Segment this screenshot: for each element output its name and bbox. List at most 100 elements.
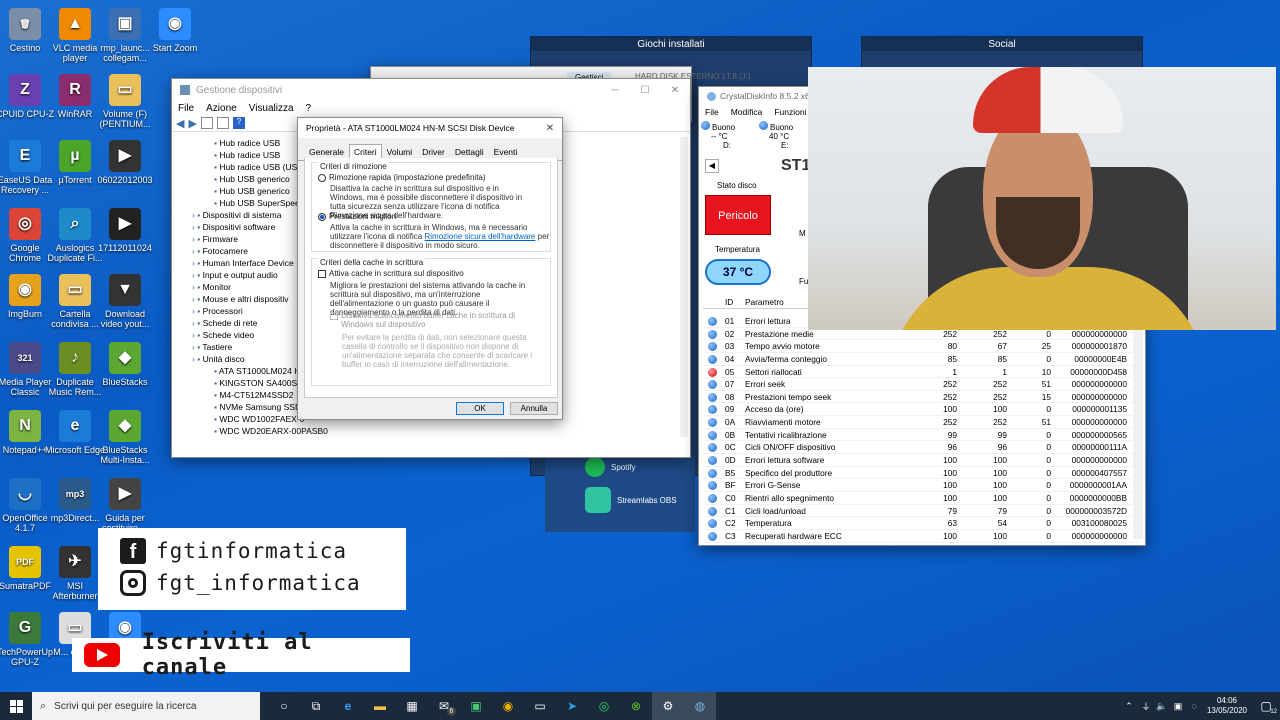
ok-button[interactable]: OK xyxy=(456,402,504,415)
table-row[interactable]: 08 Prestazioni tempo seek 252 252 15 00000000… xyxy=(703,391,1139,404)
table-row[interactable]: C0 Rientri allo spegnimento 100 100 0 0000000… xyxy=(703,492,1139,505)
taskbar-crystal[interactable]: ◍ xyxy=(684,692,716,720)
taskbar-telegram[interactable]: ➤ xyxy=(556,692,588,720)
menu-item[interactable]: Funzioni xyxy=(774,107,806,117)
table-row[interactable]: 05 Settori riallocati 1 1 10 00000000D458 xyxy=(703,366,1139,379)
props-close-button[interactable]: ✕ xyxy=(538,123,562,134)
table-row[interactable]: 0D Errori lettura software 100 100 0 00000000… xyxy=(703,454,1139,467)
quick-removal-radio[interactable]: Rimozione rapida (impostazione predefini… xyxy=(318,173,486,182)
tree-item[interactable]: ▪ Hub USB generico xyxy=(188,173,308,185)
table-row[interactable]: 04 Avvia/ferma conteggio 85 85 0 00000000E4B xyxy=(703,353,1139,366)
table-row[interactable]: C3 Recuperati hardware ECC 100 100 0 00000000… xyxy=(703,530,1139,543)
taskbar-edge[interactable]: e xyxy=(332,692,364,720)
temperature-badge[interactable]: 37 °C xyxy=(705,259,771,285)
properties-icon[interactable] xyxy=(200,117,213,129)
tree-item[interactable]: ▪ M4-CT512M4SSD2 xyxy=(188,389,308,401)
tree-item[interactable]: ▪ Hub radice USB xyxy=(188,149,308,161)
tree-item[interactable]: ▪ Hub USB generico xyxy=(188,185,308,197)
desktop-icon[interactable]: ▭ Volume (F) (PENTIUM... xyxy=(94,74,156,129)
desktop-icon[interactable]: ▶ 06022012003 xyxy=(94,140,156,185)
menu-item[interactable]: Visualizza xyxy=(249,103,294,114)
tree-item[interactable]: › ▪ Dispositivi di sistema xyxy=(188,209,308,221)
taskbar-chrome[interactable]: ◉ xyxy=(492,692,524,720)
tree-item[interactable]: ▪ Hub radice USB xyxy=(188,137,308,149)
menu-item[interactable]: ? xyxy=(306,103,312,114)
taskbar-whatsapp[interactable]: ◎ xyxy=(588,692,620,720)
tree-item[interactable]: › ▪ Firmware xyxy=(188,233,308,245)
start-button[interactable] xyxy=(0,692,32,720)
taskbar-devmgr[interactable]: ⚙ xyxy=(652,692,684,720)
desktop-icon[interactable]: ◆ BlueStacks xyxy=(94,342,156,387)
tree-item[interactable]: › ▪ Mouse e altri dispositiv xyxy=(188,293,308,305)
header-id[interactable]: ID xyxy=(725,295,745,308)
better-performance-radio[interactable]: Prestazioni migliori xyxy=(318,212,396,221)
menu-item[interactable]: File xyxy=(705,107,719,117)
spotify-tile[interactable]: Spotify xyxy=(585,456,685,478)
refresh-icon[interactable] xyxy=(216,117,229,129)
devmgr-scrollbar[interactable] xyxy=(680,137,688,437)
taskbar-monitor[interactable]: ▭ xyxy=(524,692,556,720)
table-row[interactable]: 0B Tentativi ricalibrazione 99 99 0 000000000… xyxy=(703,429,1139,442)
desktop-icon[interactable]: ▶ 17112011024 xyxy=(94,208,156,253)
table-row[interactable]: C1 Cicli load/unload 79 79 0 000000003572D xyxy=(703,505,1139,518)
task-view-button[interactable]: ⧉ xyxy=(300,692,332,720)
close-button[interactable]: ✕ xyxy=(660,85,690,96)
desktop-icon[interactable]: ▶Guida per sostituire ... xyxy=(94,478,156,533)
tree-item[interactable]: › ▪ Fotocamere xyxy=(188,245,308,257)
tray-volume[interactable]: 🔈 xyxy=(1154,692,1170,720)
desktop-icon[interactable]: ◆ BlueStacks Multi-Insta... xyxy=(94,410,156,465)
disable-flush-checkbox[interactable]: Disattiva scaricamento buffer cache in s… xyxy=(330,311,542,329)
tree-item[interactable]: › ▪ Input e output audio xyxy=(188,269,308,281)
tree-item[interactable]: › ▪ Monitor xyxy=(188,281,308,293)
menu-item[interactable]: Modifica xyxy=(731,107,763,117)
cancel-button[interactable]: Annulla xyxy=(510,402,558,415)
taskbar-xbox[interactable]: ⊗ xyxy=(620,692,652,720)
tray-usb[interactable]: ⏚ xyxy=(1138,692,1154,720)
notification-center[interactable]: ▢ 12 xyxy=(1252,692,1280,720)
tree-item[interactable]: › ▪ Schede di rete xyxy=(188,317,308,329)
help-icon[interactable]: ? xyxy=(232,117,245,129)
tree-item[interactable]: › ▪ Human Interface Device xyxy=(188,257,308,269)
table-row[interactable]: BF Errori G-Sense 100 100 0 0000000001AA xyxy=(703,479,1139,492)
table-row[interactable]: 09 Acceso da (ore) 100 100 0 000000001135 xyxy=(703,403,1139,417)
tree-item[interactable]: › ▪ Dispositivi software xyxy=(188,221,308,233)
tree-item[interactable]: ▪ Hub radice USB (USB xyxy=(188,161,308,173)
forward-icon[interactable]: ▶ xyxy=(188,117,196,130)
tree-item[interactable]: › ▪ Tastiere xyxy=(188,341,308,353)
health-status-badge[interactable]: Pericolo xyxy=(705,195,771,235)
tray-network[interactable]: ▣ xyxy=(1170,692,1186,720)
taskbar-explorer[interactable]: ▬ xyxy=(364,692,396,720)
table-row[interactable]: 03 Tempo avvio motore 80 67 25 000000001870 xyxy=(703,340,1139,353)
prev-disk-button[interactable]: ◀ xyxy=(705,159,719,173)
table-row[interactable]: B5 Specifico del produttore 100 100 0 0000004… xyxy=(703,467,1139,480)
smart-scrollbar[interactable] xyxy=(1133,295,1143,539)
minimize-button[interactable]: ─ xyxy=(600,85,630,96)
tree-item[interactable]: ▪ WDC WD20EARX-00PASB0 xyxy=(188,425,328,437)
table-row[interactable]: 0C Cicli ON/OFF dispositivo 96 96 0 000000001… xyxy=(703,441,1139,455)
cortana-button[interactable]: ○ xyxy=(268,692,300,720)
desktop-icon[interactable]: ▼ Download video yout... xyxy=(94,274,156,329)
disk1-button[interactable]: Buono -- °C D: xyxy=(701,121,757,150)
tree-item[interactable]: ▪ Hub USB SuperSpee xyxy=(188,197,308,209)
enable-write-cache-checkbox[interactable]: Attiva cache in scrittura sul dispositiv… xyxy=(318,269,464,278)
tree-item[interactable]: ▪ ATA ST1000LM024 H xyxy=(188,365,308,377)
tree-item[interactable]: ▪ KINGSTON SA400S37 xyxy=(188,377,308,389)
taskbar-app1[interactable]: ▣ xyxy=(460,692,492,720)
desktop-icon[interactable]: ✈ MSI Afterburner xyxy=(44,546,106,601)
streamlabs-tile[interactable]: Streamlabs OBS xyxy=(585,486,695,514)
menu-item[interactable]: Azione xyxy=(206,103,237,114)
tree-item[interactable]: › ▪ Processori xyxy=(188,305,308,317)
disk2-button[interactable]: Buono 40 °C E: xyxy=(759,121,815,150)
taskbar-store[interactable]: ▦ xyxy=(396,692,428,720)
back-icon[interactable]: ◀ xyxy=(176,117,184,130)
tray-overflow[interactable]: ⌃ xyxy=(1120,692,1138,720)
table-row[interactable]: 07 Errori seek 252 252 51 000000000000 xyxy=(703,378,1139,391)
taskbar-mail[interactable]: ✉ 6 xyxy=(428,692,460,720)
tree-item[interactable]: › ▪ Unità disco xyxy=(188,353,308,365)
tree-item[interactable]: › ▪ Schede video xyxy=(188,329,308,341)
tree-item[interactable]: ▪ WDC WD1002FAEX-0 xyxy=(188,413,308,425)
clock[interactable]: 04:06 13/05/2020 xyxy=(1202,696,1252,716)
menu-item[interactable]: File xyxy=(178,103,194,114)
maximize-button[interactable]: ☐ xyxy=(630,85,660,96)
taskbar-search[interactable]: ⌕ Scrivi qui per eseguire la ricerca xyxy=(32,692,260,720)
